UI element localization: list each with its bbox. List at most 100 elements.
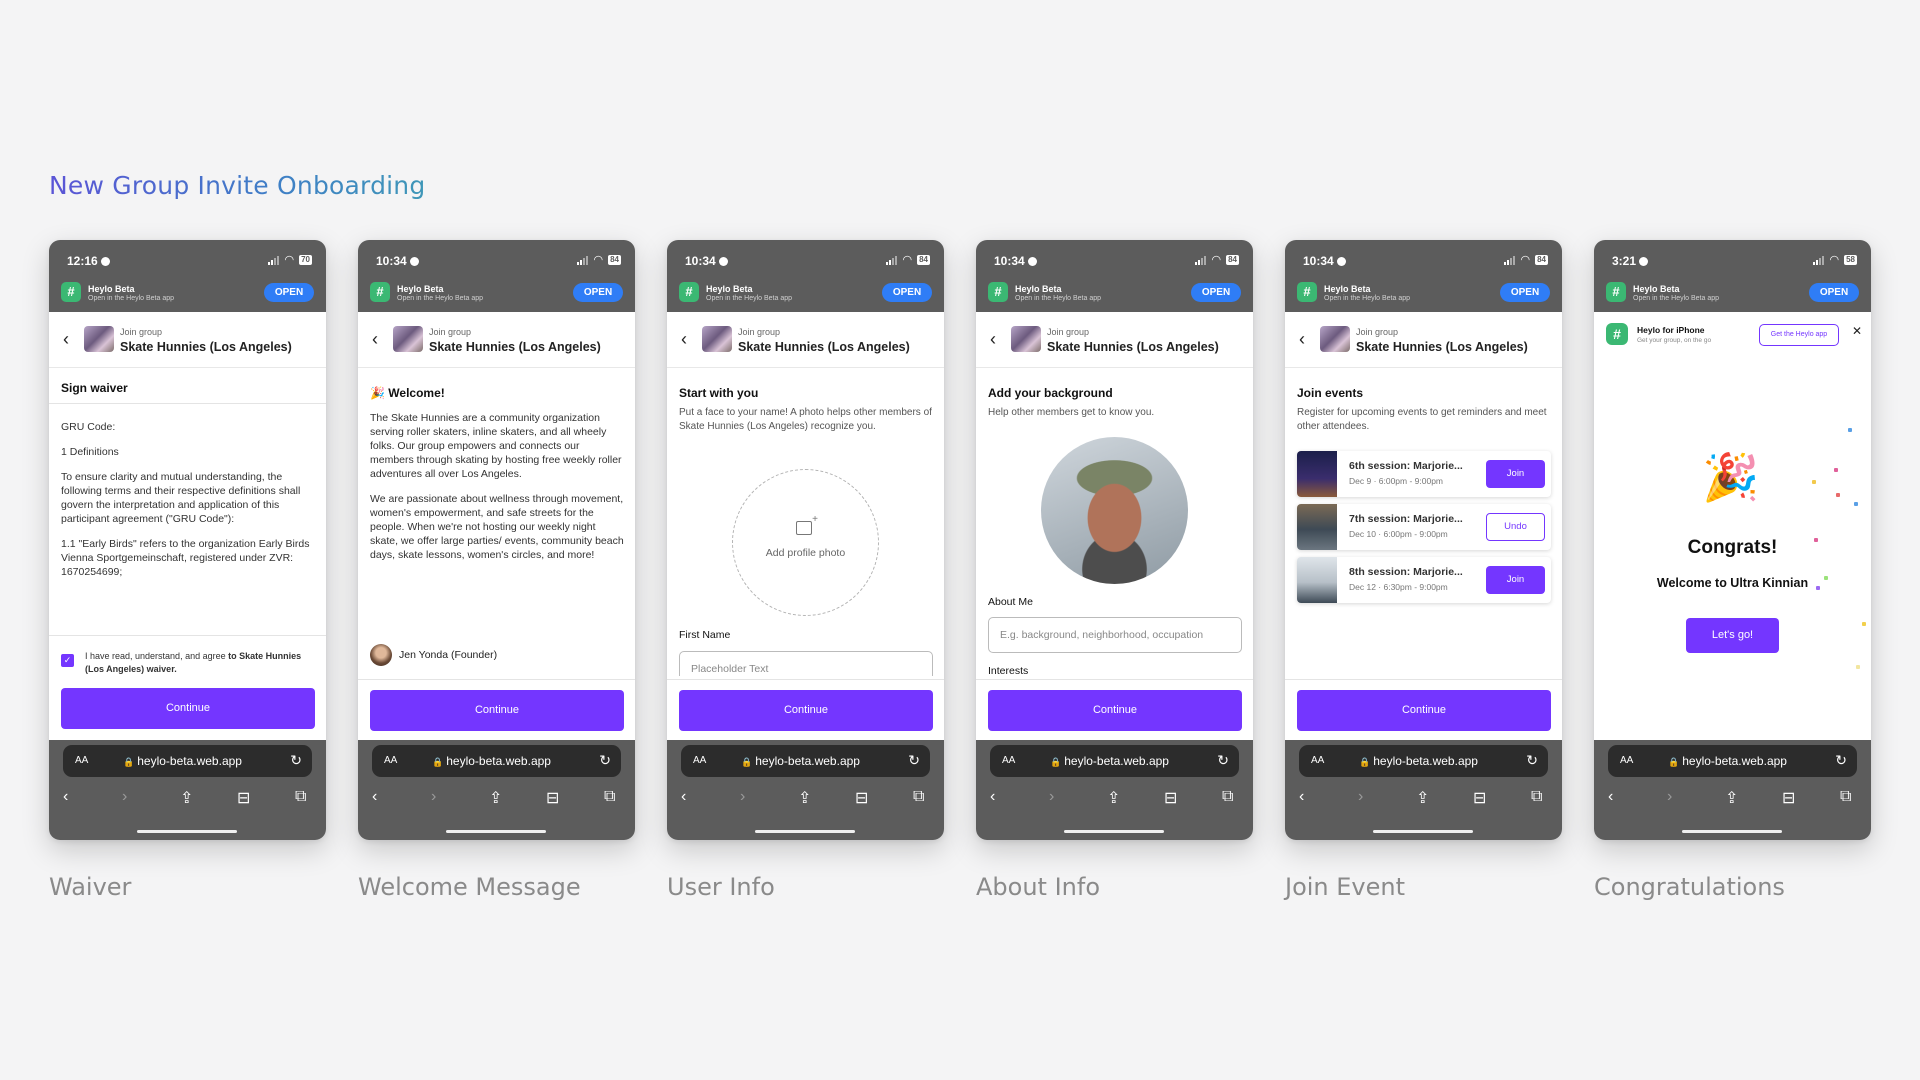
battery-icon: 70 (299, 255, 312, 265)
forward-icon[interactable]: › (1667, 788, 1672, 806)
tabs-icon[interactable]: ⧉ (604, 788, 615, 806)
reload-icon[interactable]: ↻ (599, 752, 611, 769)
chevron-left-icon[interactable]: ‹ (63, 329, 69, 350)
back-icon[interactable]: ‹ (990, 788, 995, 806)
group-header: ‹ Join group Skate Hunnies (Los Angeles) (976, 312, 1253, 368)
back-icon[interactable]: ‹ (1299, 788, 1304, 806)
group-thumbnail (702, 326, 732, 352)
bookmarks-icon[interactable]: ⊟ (1473, 788, 1486, 808)
waiver-paragraph: To ensure clarity and mutual understandi… (61, 470, 301, 525)
bookmarks-icon[interactable]: ⊟ (1782, 788, 1795, 808)
open-app-button[interactable]: OPEN (573, 283, 623, 302)
forward-icon[interactable]: › (740, 788, 745, 806)
reload-icon[interactable]: ↻ (1835, 752, 1847, 769)
profile-photo[interactable] (1041, 437, 1188, 584)
open-app-button[interactable]: OPEN (882, 283, 932, 302)
avatar (370, 644, 392, 666)
close-icon[interactable]: ✕ (1852, 324, 1862, 338)
screen-waiver: 12:16 ◠ 70 # Heylo Beta Open in the Heyl… (49, 240, 326, 901)
continue-button[interactable]: Continue (370, 690, 624, 731)
continue-button[interactable]: Continue (988, 690, 1242, 731)
reload-icon[interactable]: ↻ (290, 752, 302, 769)
confetti (1836, 493, 1840, 497)
reload-icon[interactable]: ↻ (1526, 752, 1538, 769)
screen-caption: User Info (667, 873, 775, 901)
reader-aa-button[interactable]: AA (1311, 755, 1324, 766)
open-app-button[interactable]: OPEN (1191, 283, 1241, 302)
back-icon[interactable]: ‹ (681, 788, 686, 806)
browser-chrome: AA 🔒 heylo-beta.web.app ↻ ‹ › ⇪ ⊟ ⧉ (976, 740, 1253, 840)
event-card[interactable]: 6th session: Marjorie... Dec 9 · 6:00pm … (1297, 451, 1551, 497)
event-card[interactable]: 8th session: Marjorie... Dec 12 · 6:30pm… (1297, 557, 1551, 603)
forward-icon[interactable]: › (122, 788, 127, 806)
reader-aa-button[interactable]: AA (384, 755, 397, 766)
share-icon[interactable]: ⇪ (1725, 788, 1738, 808)
back-icon[interactable]: ‹ (1608, 788, 1613, 806)
reload-icon[interactable]: ↻ (1217, 752, 1229, 769)
group-name: Skate Hunnies (Los Angeles) (120, 340, 292, 354)
tabs-icon[interactable]: ⧉ (913, 788, 924, 806)
tabs-icon[interactable]: ⧉ (1222, 788, 1233, 806)
divider (49, 403, 326, 404)
url-bar[interactable]: AA 🔒 heylo-beta.web.app ↻ (372, 745, 621, 777)
share-icon[interactable]: ⇪ (489, 788, 502, 808)
group-header: ‹ Join group Skate Hunnies (Los Angeles) (667, 312, 944, 368)
url-bar[interactable]: AA 🔒 heylo-beta.web.app ↻ (1299, 745, 1548, 777)
url-bar[interactable]: AA 🔒 heylo-beta.web.app ↻ (63, 745, 312, 777)
bookmarks-icon[interactable]: ⊟ (855, 788, 868, 808)
event-card[interactable]: 7th session: Marjorie... Dec 10 · 6:00pm… (1297, 504, 1551, 550)
tabs-icon[interactable]: ⧉ (1840, 788, 1851, 806)
group-thumbnail (393, 326, 423, 352)
chevron-left-icon[interactable]: ‹ (1299, 329, 1305, 350)
url-bar[interactable]: AA 🔒 heylo-beta.web.app ↻ (681, 745, 930, 777)
bookmarks-icon[interactable]: ⊟ (546, 788, 559, 808)
forward-icon[interactable]: › (1358, 788, 1363, 806)
tabs-icon[interactable]: ⧉ (1531, 788, 1542, 806)
banner-app-name: Heylo Beta (397, 284, 444, 294)
url-text: 🔒 heylo-beta.web.app (432, 754, 551, 768)
reload-icon[interactable]: ↻ (908, 752, 920, 769)
reader-aa-button[interactable]: AA (693, 755, 706, 766)
join-event-button[interactable]: Join (1486, 566, 1545, 594)
reader-aa-button[interactable]: AA (1002, 755, 1015, 766)
url-bar[interactable]: AA 🔒 heylo-beta.web.app ↻ (990, 745, 1239, 777)
open-app-button[interactable]: OPEN (264, 283, 314, 302)
bookmarks-icon[interactable]: ⊟ (1164, 788, 1177, 808)
lets-go-button[interactable]: Let's go! (1686, 618, 1779, 653)
status-time: 10:34 (1303, 254, 1346, 268)
chevron-left-icon[interactable]: ‹ (990, 329, 996, 350)
banner-app-name: Heylo Beta (706, 284, 753, 294)
share-icon[interactable]: ⇪ (1107, 788, 1120, 808)
forward-icon[interactable]: › (431, 788, 436, 806)
continue-button[interactable]: Continue (679, 690, 933, 731)
undo-event-button[interactable]: Undo (1486, 513, 1545, 541)
reader-aa-button[interactable]: AA (75, 755, 88, 766)
heylo-app-icon: # (988, 282, 1008, 302)
add-profile-photo-button[interactable] (732, 469, 879, 616)
tabs-icon[interactable]: ⧉ (295, 788, 306, 806)
back-icon[interactable]: ‹ (63, 788, 68, 806)
open-app-button[interactable]: OPEN (1809, 283, 1859, 302)
forward-icon[interactable]: › (1049, 788, 1054, 806)
chevron-left-icon[interactable]: ‹ (681, 329, 687, 350)
back-icon[interactable]: ‹ (372, 788, 377, 806)
share-icon[interactable]: ⇪ (798, 788, 811, 808)
banner-subtitle: Open in the Heylo Beta app (706, 295, 793, 302)
bookmarks-icon[interactable]: ⊟ (237, 788, 250, 808)
continue-button[interactable]: Continue (1297, 690, 1551, 731)
events-subtitle: Register for upcoming events to get remi… (1297, 406, 1547, 432)
share-icon[interactable]: ⇪ (180, 788, 193, 808)
share-icon[interactable]: ⇪ (1416, 788, 1429, 808)
about-subtitle: Help other members get to know you. (988, 406, 1155, 418)
signal-icon (1195, 255, 1207, 265)
reader-aa-button[interactable]: AA (1620, 755, 1633, 766)
agree-checkbox[interactable]: ✓ (61, 654, 74, 667)
screen-caption: Join Event (1285, 873, 1406, 901)
open-app-button[interactable]: OPEN (1500, 283, 1550, 302)
about-me-field[interactable]: E.g. background, neighborhood, occupatio… (988, 617, 1242, 653)
continue-button[interactable]: Continue (61, 688, 315, 729)
get-app-button[interactable]: Get the Heylo app (1759, 324, 1839, 346)
join-event-button[interactable]: Join (1486, 460, 1545, 488)
chevron-left-icon[interactable]: ‹ (372, 329, 378, 350)
url-bar[interactable]: AA 🔒 heylo-beta.web.app ↻ (1608, 745, 1857, 777)
